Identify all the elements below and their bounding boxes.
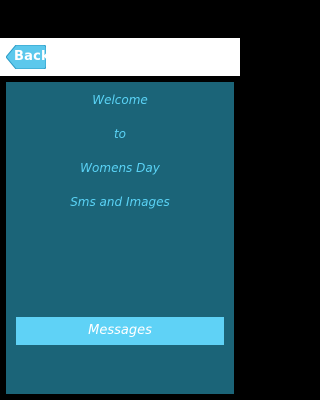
back-button[interactable]: Back (6, 45, 50, 69)
content-panel: Welcome to Womens Day Sms and Images Mes… (6, 82, 234, 394)
welcome-line-3: Womens Day (80, 161, 160, 175)
header-bar: Back (0, 38, 240, 76)
messages-button[interactable]: Messages (16, 317, 224, 345)
status-bar (0, 0, 240, 38)
welcome-line-2: to (113, 127, 127, 141)
back-button-label: Back (14, 49, 50, 64)
welcome-line-4: Sms and Images (70, 195, 170, 209)
welcome-line-1: Welcome (92, 93, 148, 107)
